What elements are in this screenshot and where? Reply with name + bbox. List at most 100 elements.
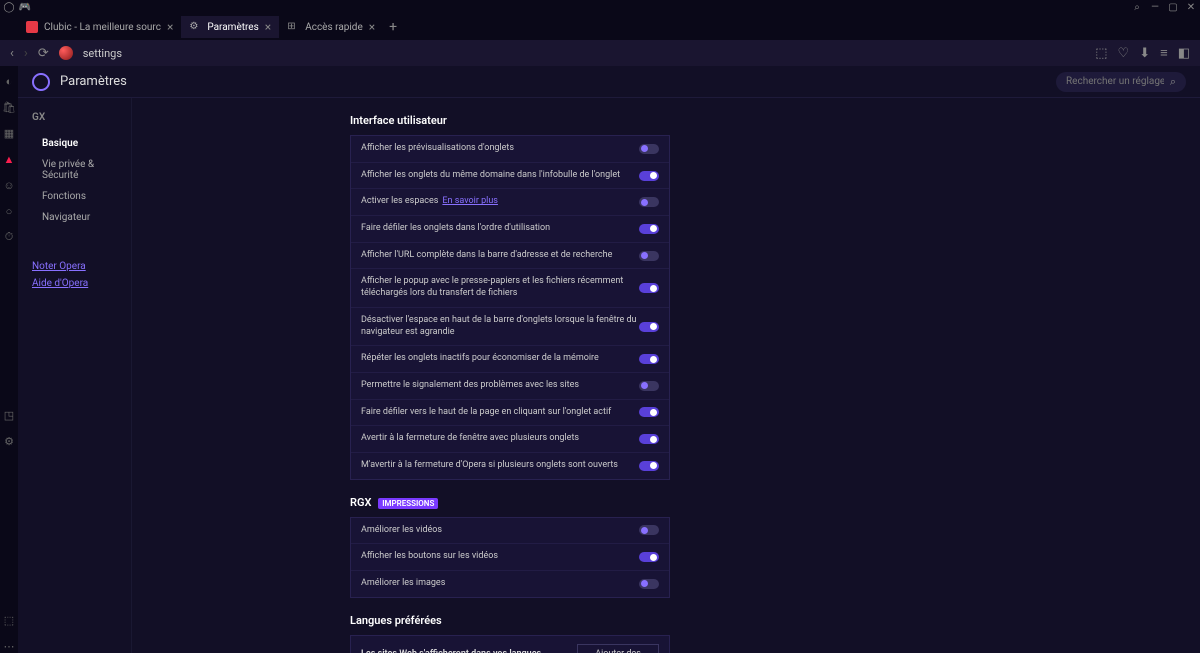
titlebar: ◯ 🎮 ⌕ — ▢ ✕ (0, 0, 1200, 14)
tab-label: Paramètres (207, 22, 258, 33)
toggle-switch[interactable] (639, 197, 659, 207)
gear-icon: ⚙ (189, 21, 201, 33)
rail-flame-icon[interactable]: ▲ (2, 152, 16, 166)
address-text[interactable]: settings (83, 47, 122, 60)
toggle-switch[interactable] (639, 381, 659, 391)
setting-label: Permettre le signalement des problèmes a… (361, 380, 639, 392)
close-tab-icon[interactable]: × (265, 20, 271, 34)
site-icon[interactable] (59, 46, 73, 60)
rail-gx-corner-icon[interactable]: ◐ (2, 74, 16, 88)
left-rail: ◐ 🛍 ▦ ▲ ☺ ○ ⏱ ◳ ⚙ ⬚ ⋯ (0, 66, 18, 653)
sidebar-category: GX (32, 112, 131, 123)
new-tab-button[interactable]: + (389, 19, 397, 35)
search-input[interactable] (1066, 76, 1164, 87)
setting-row: Faire défiler les onglets dans l'ordre d… (351, 216, 669, 243)
setting-label: Avertir à la fermeture de fenêtre avec p… (361, 433, 639, 445)
search-settings-box[interactable]: ⌕ (1056, 72, 1186, 92)
easy-setup-icon[interactable]: ≡ (1160, 45, 1168, 61)
rail-more-icon[interactable]: ⋯ (2, 639, 16, 653)
close-tab-icon[interactable]: × (369, 20, 375, 34)
setting-row: Avertir à la fermeture de fenêtre avec p… (351, 426, 669, 453)
toggle-switch[interactable] (639, 552, 659, 562)
setting-row: Afficher l'URL complète dans la barre d'… (351, 243, 669, 270)
toggle-switch[interactable] (639, 407, 659, 417)
setting-row: Répéter les onglets inactifs pour économ… (351, 346, 669, 373)
setting-row: Activer les espacesEn savoir plus (351, 189, 669, 216)
setting-row: Afficher le popup avec le presse-papiers… (351, 269, 669, 307)
search-icon: ⌕ (1170, 75, 1176, 89)
rail-extensions-icon[interactable]: ◳ (2, 409, 16, 423)
rail-settings-icon[interactable]: ⚙ (2, 435, 16, 449)
toggle-switch[interactable] (639, 144, 659, 154)
toggle-switch[interactable] (639, 283, 659, 293)
toggle-switch[interactable] (639, 251, 659, 261)
panel-langs: Les sites Web s'afficheront dans vos lan… (350, 635, 670, 653)
opera-menu-icon[interactable]: ◯ (4, 2, 14, 12)
speeddial-icon: ⊞ (287, 21, 299, 33)
download-icon[interactable]: ⬇ (1139, 46, 1150, 61)
setting-label: Afficher l'URL complète dans la barre d'… (361, 250, 639, 262)
opera-logo-icon (32, 73, 50, 91)
reload-button[interactable]: ⟳ (38, 46, 49, 61)
add-languages-button[interactable]: Ajouter des langues (577, 644, 659, 653)
setting-row: Améliorer les vidéos (351, 518, 669, 545)
controller-icon[interactable]: 🎮 (20, 2, 30, 12)
rail-circle-icon[interactable]: ○ (2, 204, 16, 218)
back-button[interactable]: ‹ (10, 46, 14, 61)
section-title-rgx: RGX IMPRESSIONS (350, 496, 1200, 509)
learn-more-link[interactable]: En savoir plus (442, 196, 498, 206)
close-tab-icon[interactable]: × (167, 20, 173, 34)
rail-clock-icon[interactable]: ⏱ (2, 230, 16, 244)
tab-speeddial[interactable]: ⊞ Accès rapide × (279, 16, 383, 38)
setting-label: Améliorer les images (361, 578, 639, 590)
setting-row: Afficher les boutons sur les vidéos (351, 544, 669, 571)
page-title: Paramètres (60, 74, 127, 89)
rgx-label: RGX (350, 496, 371, 509)
langs-description: Les sites Web s'afficheront dans vos lan… (361, 649, 577, 653)
page-header: Paramètres ⌕ (18, 66, 1200, 98)
rail-smile-icon[interactable]: ☺ (2, 178, 16, 192)
setting-label: Activer les espacesEn savoir plus (361, 196, 639, 208)
toggle-switch[interactable] (639, 171, 659, 181)
setting-label: Améliorer les vidéos (361, 525, 639, 537)
rail-calendar-icon[interactable]: ▦ (2, 126, 16, 140)
tab-settings[interactable]: ⚙ Paramètres × (181, 16, 279, 38)
profile-icon[interactable]: ◧ (1178, 46, 1190, 61)
settings-content: Interface utilisateur Afficher les prévi… (132, 98, 1200, 653)
heart-icon[interactable]: ♡ (1118, 46, 1130, 61)
rail-pin-icon[interactable]: ⬚ (2, 613, 16, 627)
tab-label: Clubic - La meilleure sourc (44, 22, 161, 33)
toggle-switch[interactable] (639, 434, 659, 444)
setting-label: Afficher les onglets du même domaine dan… (361, 170, 639, 182)
sidebar-link-help[interactable]: Aide d'Opera (32, 275, 131, 292)
setting-label: Afficher les boutons sur les vidéos (361, 551, 639, 563)
toggle-switch[interactable] (639, 525, 659, 535)
close-window-icon[interactable]: ✕ (1186, 2, 1196, 12)
section-title-ui: Interface utilisateur (350, 114, 1200, 127)
search-icon[interactable]: ⌕ (1132, 2, 1142, 12)
toggle-switch[interactable] (639, 224, 659, 234)
sidebar-item-basic[interactable]: Basique (32, 133, 131, 154)
toggle-switch[interactable] (639, 354, 659, 364)
sidebar-item-features[interactable]: Fonctions (32, 186, 131, 207)
setting-row: Désactiver l'espace en haut de la barre … (351, 308, 669, 346)
setting-label: Faire défiler vers le haut de la page en… (361, 407, 639, 419)
toggle-switch[interactable] (639, 322, 659, 332)
snapshot-icon[interactable]: ⬚ (1095, 46, 1107, 61)
panel-ui: Afficher les prévisualisations d'onglets… (350, 135, 670, 480)
settings-sidebar: GX Basique Vie privée & Sécurité Fonctio… (18, 98, 132, 653)
setting-row: Afficher les prévisualisations d'onglets (351, 136, 669, 163)
rail-shopping-icon[interactable]: 🛍 (2, 100, 16, 114)
sidebar-item-browser[interactable]: Navigateur (32, 207, 131, 228)
tab-label: Accès rapide (305, 22, 363, 33)
maximize-icon[interactable]: ▢ (1168, 2, 1178, 12)
sidebar-link-rate[interactable]: Noter Opera (32, 258, 131, 275)
minimize-icon[interactable]: — (1150, 2, 1160, 12)
tab-clubic[interactable]: Clubic - La meilleure sourc × (18, 16, 181, 38)
forward-button[interactable]: › (24, 46, 28, 61)
addressbar: ‹ › ⟳ settings ⬚ ♡ ⬇ ≡ ◧ (0, 40, 1200, 66)
toggle-switch[interactable] (639, 579, 659, 589)
sidebar-item-privacy[interactable]: Vie privée & Sécurité (32, 154, 131, 186)
toggle-switch[interactable] (639, 461, 659, 471)
setting-label: Afficher le popup avec le presse-papiers… (361, 276, 639, 299)
